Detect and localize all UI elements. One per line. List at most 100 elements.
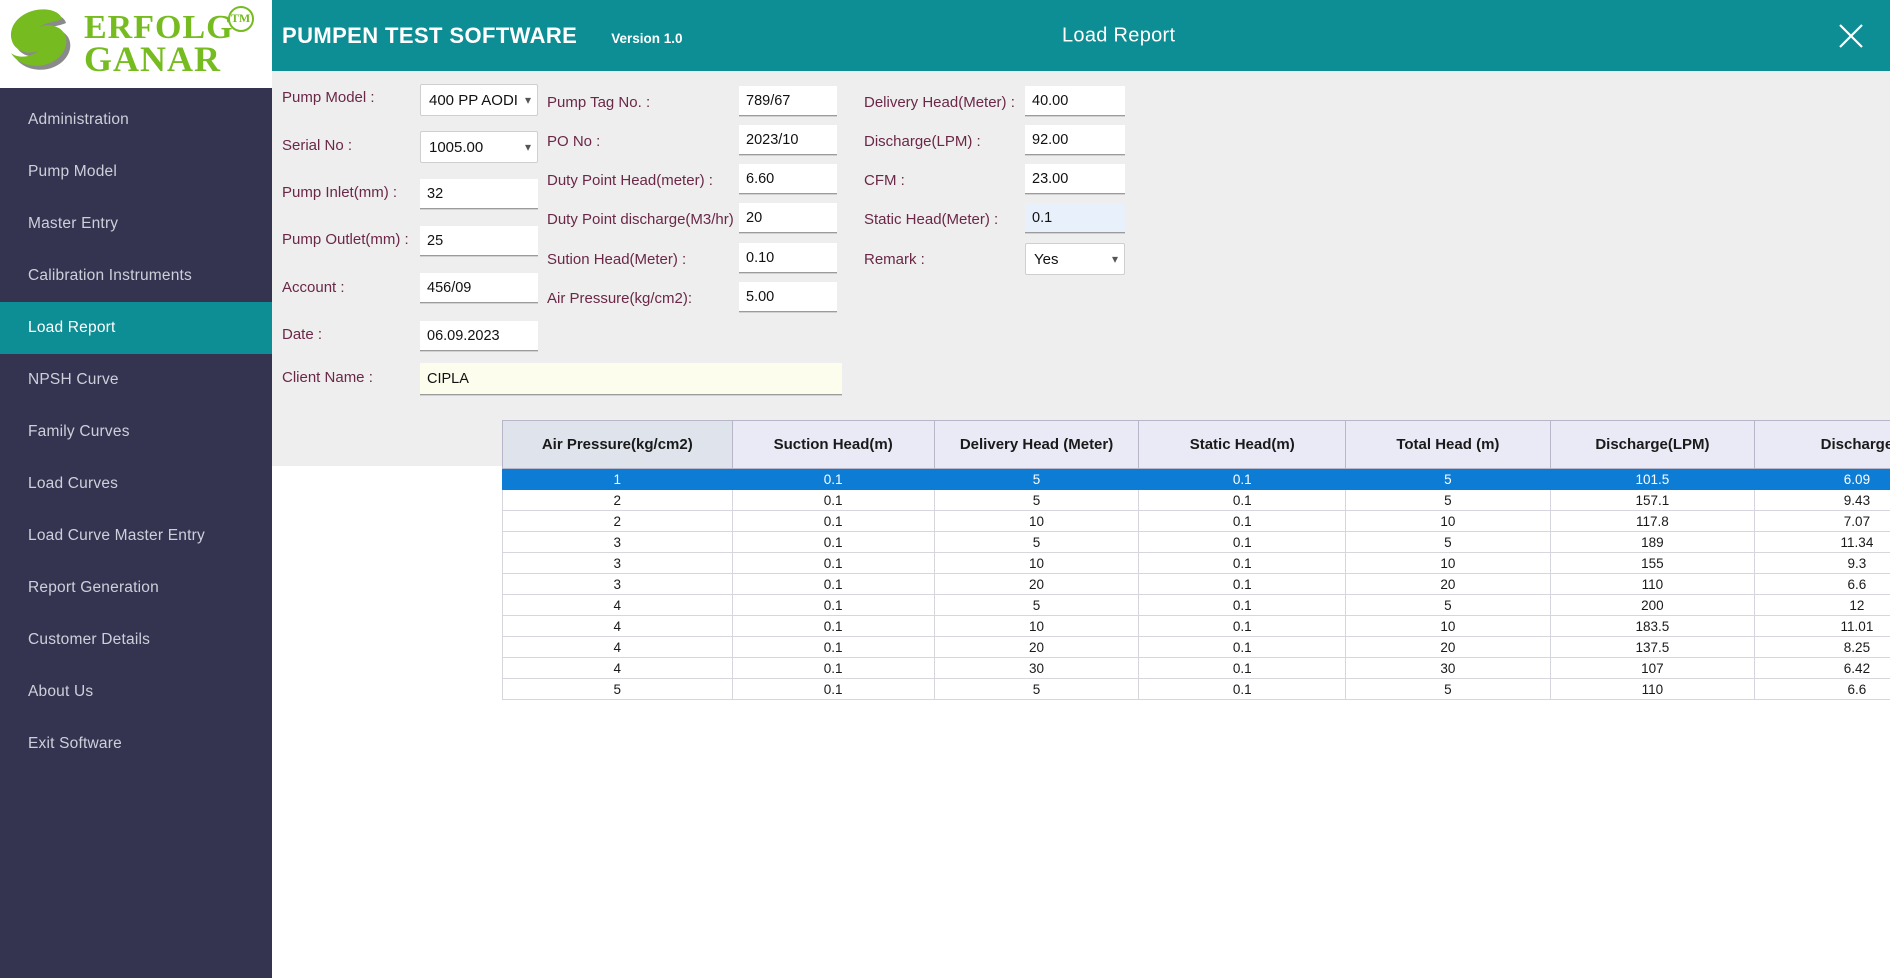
table-cell: 5 (933, 594, 1140, 616)
air-pressure-input[interactable] (739, 282, 837, 312)
load-report-table-wrapper: Air Pressure(kg/cm2) Suction Head(m) Del… (502, 420, 1890, 700)
sution-head-input[interactable] (739, 243, 837, 273)
sidebar-item-administration[interactable]: Administration (0, 94, 272, 146)
table-cell: 11.01 (1754, 615, 1890, 637)
close-icon[interactable] (1832, 17, 1870, 55)
column-header-static-head[interactable]: Static Head(m) (1138, 420, 1347, 469)
table-cell: 0.1 (1138, 531, 1347, 553)
table-cell: 10 (933, 552, 1140, 574)
discharge-lpm-input[interactable] (1025, 125, 1125, 155)
label-duty-point-head: Duty Point Head(meter) : (547, 172, 713, 189)
table-row[interactable]: 40.1300.1301076.4222 (502, 657, 1890, 679)
table-cell: 6.6 (1754, 678, 1890, 700)
account-input[interactable] (420, 273, 538, 303)
table-cell: 0.1 (1138, 657, 1347, 679)
duty-point-head-input[interactable] (739, 164, 837, 194)
table-cell: 155 (1549, 552, 1756, 574)
table-row[interactable]: 40.1100.110183.511.0121 (502, 615, 1890, 637)
table-cell: 3 (502, 531, 733, 553)
table-row[interactable]: 30.1200.1201106.618 (502, 573, 1890, 595)
table-cell: 10 (933, 615, 1140, 637)
sidebar-nav: Administration Pump Model Master Entry C… (0, 88, 272, 978)
duty-point-discharge-input[interactable] (739, 203, 837, 233)
pump-tag-no-input[interactable] (739, 86, 837, 116)
sidebar-item-customer-details[interactable]: Customer Details (0, 614, 272, 666)
sidebar-item-about-us[interactable]: About Us (0, 666, 272, 718)
table-cell: 110 (1549, 573, 1756, 595)
sidebar-item-report-generation[interactable]: Report Generation (0, 562, 272, 614)
table-cell: 101.5 (1549, 468, 1756, 490)
table-row[interactable]: 50.150.151106.625 (502, 678, 1890, 700)
table-cell: 0.1 (731, 489, 935, 511)
sidebar-item-label: Family Curves (28, 423, 130, 440)
pump-inlet-input[interactable] (420, 179, 538, 209)
column-header-discharge-lpm[interactable]: Discharge(LPM) (1549, 420, 1756, 469)
table-cell: 0.1 (731, 573, 935, 595)
table-row[interactable]: 10.150.15101.56.0912 (502, 468, 1890, 490)
sidebar-item-npsh-curve[interactable]: NPSH Curve (0, 354, 272, 406)
po-no-input[interactable] (739, 125, 837, 155)
sidebar-item-label: Load Curve Master Entry (28, 527, 205, 544)
serial-no-select[interactable]: 1005.00 ▾ (420, 131, 538, 163)
sidebar-item-label: NPSH Curve (28, 371, 119, 388)
table-cell: 1 (502, 468, 733, 490)
table-header-row: Air Pressure(kg/cm2) Suction Head(m) Del… (502, 420, 1890, 469)
sidebar-item-calibration-instruments[interactable]: Calibration Instruments (0, 250, 272, 302)
chevron-down-icon: ▾ (1111, 252, 1118, 266)
label-pump-inlet: Pump Inlet(mm) : (282, 184, 398, 201)
table-cell: 4 (502, 594, 733, 616)
table-row[interactable]: 40.1200.120137.58.2523 (502, 636, 1890, 658)
top-bar: PUMPEN TEST SOFTWARE Version 1.0 Load Re… (272, 0, 1890, 71)
pump-model-value: 400 PP AODI (429, 91, 518, 109)
column-header-delivery-head[interactable]: Delivery Head (Meter) (933, 420, 1140, 469)
sidebar-item-load-curve-master-entry[interactable]: Load Curve Master Entry (0, 510, 272, 562)
table-row[interactable]: 40.150.152001222 (502, 594, 1890, 616)
table-cell: 0.1 (1138, 489, 1347, 511)
sidebar-item-pump-model[interactable]: Pump Model (0, 146, 272, 198)
pump-model-select[interactable]: 400 PP AODI ▾ (420, 84, 538, 116)
table-row[interactable]: 30.150.1518911.3418 (502, 531, 1890, 553)
date-input[interactable] (420, 321, 538, 351)
delivery-head-input[interactable] (1025, 86, 1125, 116)
table-cell: 10 (933, 510, 1140, 532)
brand-logo: ERFOLG GANAR TM (0, 0, 272, 88)
table-cell: 183.5 (1549, 615, 1756, 637)
label-air-pressure: Air Pressure(kg/cm2): (547, 290, 693, 307)
table-cell: 0.1 (1138, 636, 1347, 658)
label-delivery-head: Delivery Head(Meter) : (864, 94, 1015, 111)
column-header-total-head[interactable]: Total Head (m) (1345, 420, 1551, 469)
table-cell: 0.1 (731, 636, 935, 658)
cfm-input[interactable] (1025, 164, 1125, 194)
table-cell: 6.42 (1754, 657, 1890, 679)
table-body: 10.150.15101.56.091220.150.15157.19.4315… (502, 468, 1890, 700)
client-name-input[interactable] (420, 363, 842, 395)
column-header-air-pressure[interactable]: Air Pressure(kg/cm2) (502, 420, 733, 469)
table-cell: 3 (502, 552, 733, 574)
table-cell: 6.09 (1754, 468, 1890, 490)
sidebar-item-load-report[interactable]: Load Report (0, 302, 272, 354)
sidebar-item-master-entry[interactable]: Master Entry (0, 198, 272, 250)
sidebar-item-load-curves[interactable]: Load Curves (0, 458, 272, 510)
table-cell: 10 (1345, 552, 1551, 574)
table-cell: 10 (1345, 615, 1551, 637)
column-header-discharge[interactable]: Discharge (1754, 420, 1890, 469)
table-cell: 0.1 (1138, 552, 1347, 574)
table-row[interactable]: 30.1100.1101559.318 (502, 552, 1890, 574)
sidebar-item-label: About Us (28, 683, 94, 700)
table-cell: 8.25 (1754, 636, 1890, 658)
brand-wordmark: ERFOLG GANAR TM (84, 5, 254, 77)
table-row[interactable]: 20.1100.110117.87.0714 (502, 510, 1890, 532)
remark-select[interactable]: Yes ▾ (1025, 243, 1125, 275)
sidebar-item-exit-software[interactable]: Exit Software (0, 718, 272, 770)
table-cell: 20 (933, 573, 1140, 595)
table-row[interactable]: 20.150.15157.19.4315 (502, 489, 1890, 511)
table-cell: 0.1 (731, 615, 935, 637)
static-head-input[interactable] (1025, 203, 1125, 233)
table-cell: 2 (502, 510, 733, 532)
sidebar-item-label: Pump Model (28, 163, 118, 180)
column-header-suction-head[interactable]: Suction Head(m) (731, 420, 935, 469)
sidebar-item-family-curves[interactable]: Family Curves (0, 406, 272, 458)
table-cell: 0.1 (731, 657, 935, 679)
pump-outlet-input[interactable] (420, 226, 538, 256)
table-cell: 0.1 (1138, 615, 1347, 637)
